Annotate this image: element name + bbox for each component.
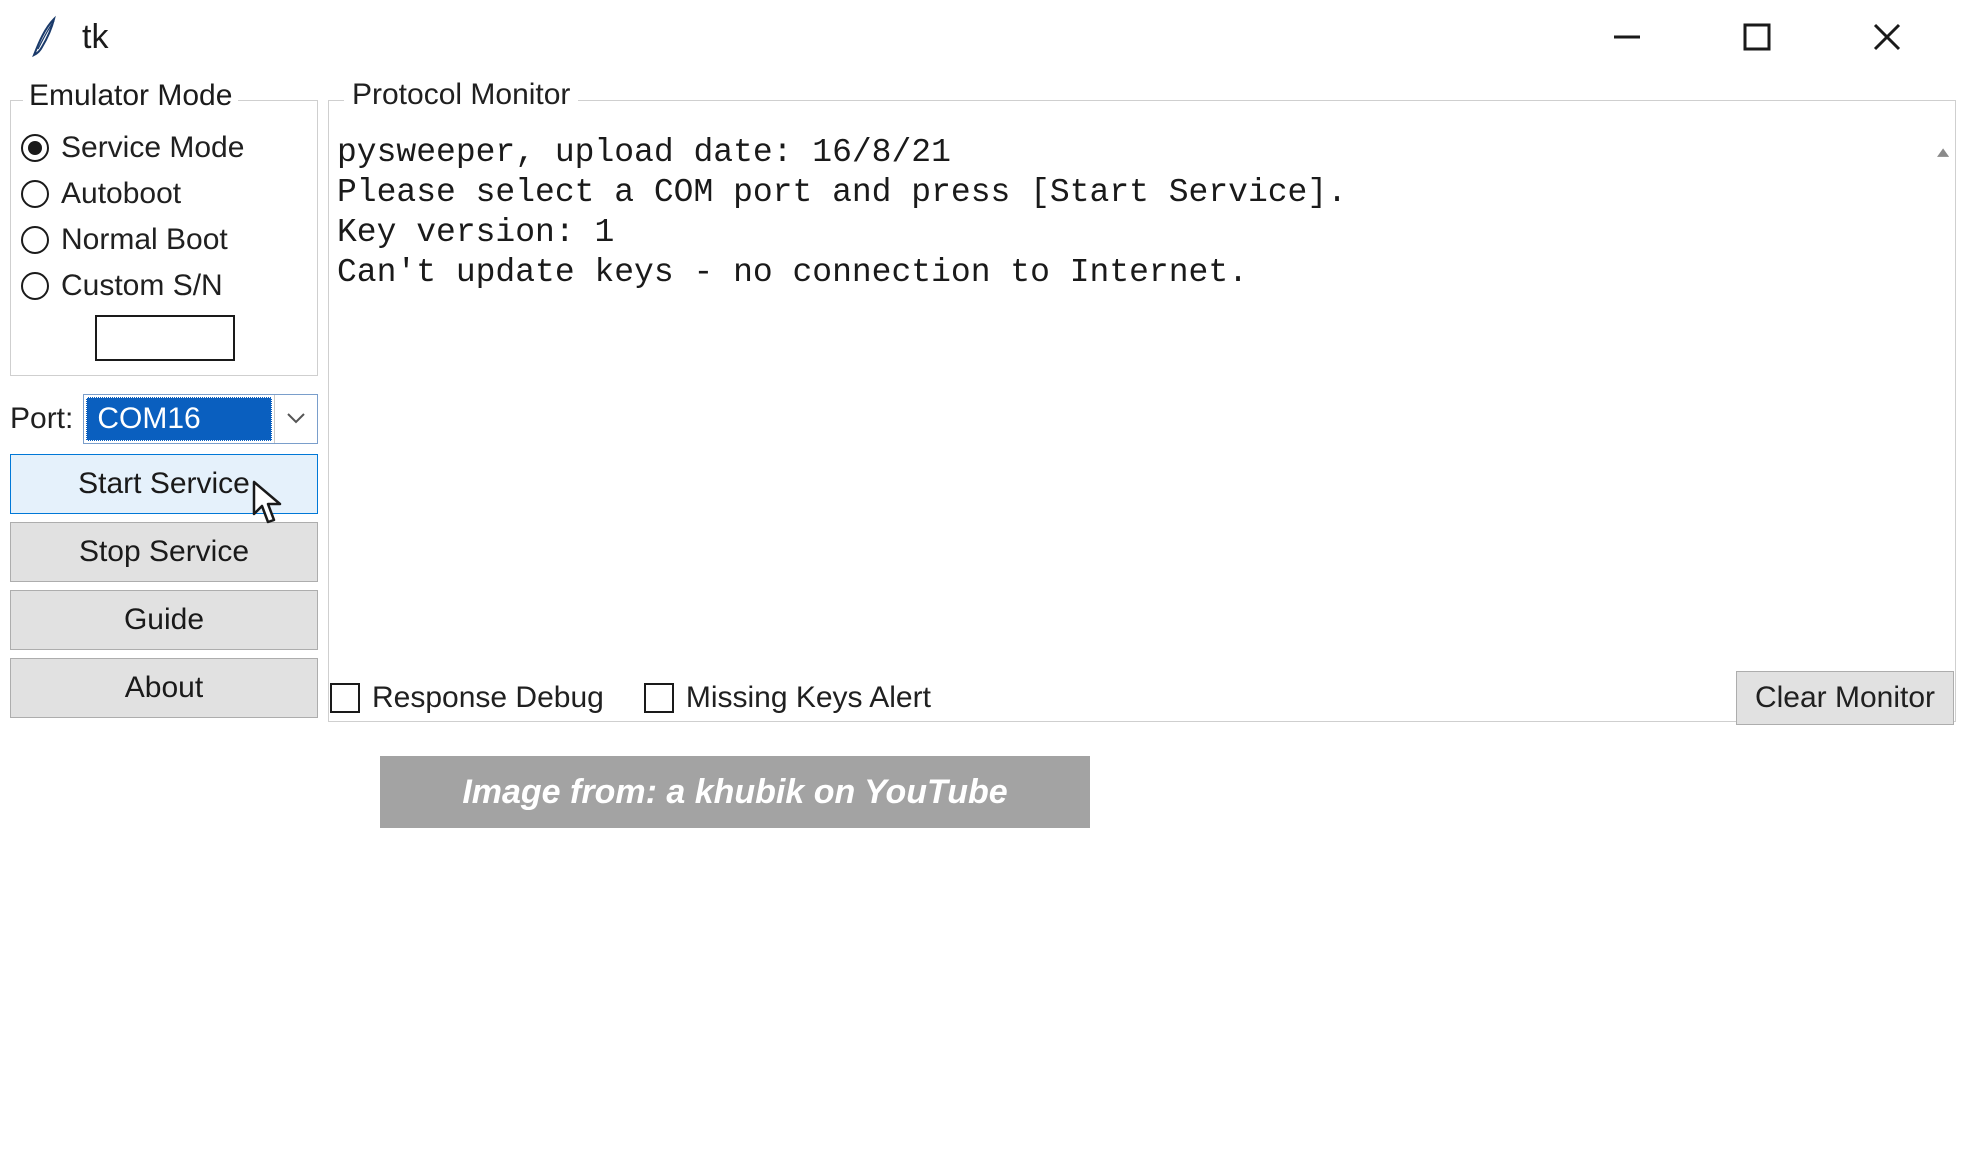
image-source-caption: Image from: a khubik on YouTube — [380, 756, 1090, 828]
port-label: Port: — [10, 402, 73, 436]
button-label: Clear Monitor — [1755, 681, 1935, 715]
titlebar: tk — [0, 0, 1962, 74]
radio-icon — [21, 180, 49, 208]
checkbox-icon — [330, 683, 360, 713]
checkbox-label: Missing Keys Alert — [686, 681, 931, 715]
maximize-icon[interactable] — [1722, 12, 1792, 62]
close-icon[interactable] — [1852, 12, 1922, 62]
tk-feather-icon — [28, 15, 62, 59]
radio-label: Custom S/N — [61, 269, 223, 303]
radio-icon — [21, 272, 49, 300]
checkbox-label: Response Debug — [372, 681, 604, 715]
radio-label: Autoboot — [61, 177, 181, 211]
guide-button[interactable]: Guide — [10, 590, 318, 650]
protocol-monitor-text[interactable]: pysweeper, upload date: 16/8/21 Please s… — [333, 131, 1921, 717]
port-row: Port: COM16 — [10, 394, 318, 444]
window-title: tk — [82, 18, 108, 57]
chevron-down-icon — [274, 395, 317, 443]
button-label: Guide — [124, 603, 204, 637]
radio-autoboot[interactable]: Autoboot — [21, 171, 307, 217]
protocol-monitor-legend: Protocol Monitor — [344, 78, 578, 112]
radio-normal-boot[interactable]: Normal Boot — [21, 217, 307, 263]
titlebar-left: tk — [28, 15, 108, 59]
response-debug-checkbox[interactable]: Response Debug — [330, 681, 604, 715]
start-service-button[interactable]: Start Service — [10, 454, 318, 514]
emulator-mode-group: Emulator Mode Service Mode Autoboot Norm… — [10, 100, 318, 376]
minimize-icon[interactable] — [1592, 12, 1662, 62]
button-label: Stop Service — [79, 535, 249, 569]
radio-icon — [21, 226, 49, 254]
emulator-mode-legend: Emulator Mode — [23, 79, 238, 113]
left-panel: Emulator Mode Service Mode Autoboot Norm… — [6, 82, 322, 722]
port-selected-value: COM16 — [86, 397, 272, 441]
protocol-monitor: Protocol Monitor pysweeper, upload date:… — [328, 82, 1956, 722]
bottom-bar: Response Debug Missing Keys Alert Clear … — [330, 668, 1954, 728]
clear-monitor-button[interactable]: Clear Monitor — [1736, 671, 1954, 725]
button-label: Start Service — [78, 467, 250, 501]
custom-sn-input[interactable] — [95, 315, 235, 361]
port-combobox[interactable]: COM16 — [83, 394, 318, 444]
radio-custom-sn[interactable]: Custom S/N — [21, 263, 307, 309]
window-controls — [1592, 12, 1952, 62]
stop-service-button[interactable]: Stop Service — [10, 522, 318, 582]
about-button[interactable]: About — [10, 658, 318, 718]
missing-keys-checkbox[interactable]: Missing Keys Alert — [644, 681, 931, 715]
radio-service-mode[interactable]: Service Mode — [21, 125, 307, 171]
bottom-checks: Response Debug Missing Keys Alert — [330, 681, 931, 715]
radio-label: Normal Boot — [61, 223, 228, 257]
button-label: About — [125, 671, 203, 705]
checkbox-icon — [644, 683, 674, 713]
radio-label: Service Mode — [61, 131, 244, 165]
radio-icon — [21, 134, 49, 162]
scroll-up-icon[interactable]: ▴ — [1937, 141, 1949, 161]
